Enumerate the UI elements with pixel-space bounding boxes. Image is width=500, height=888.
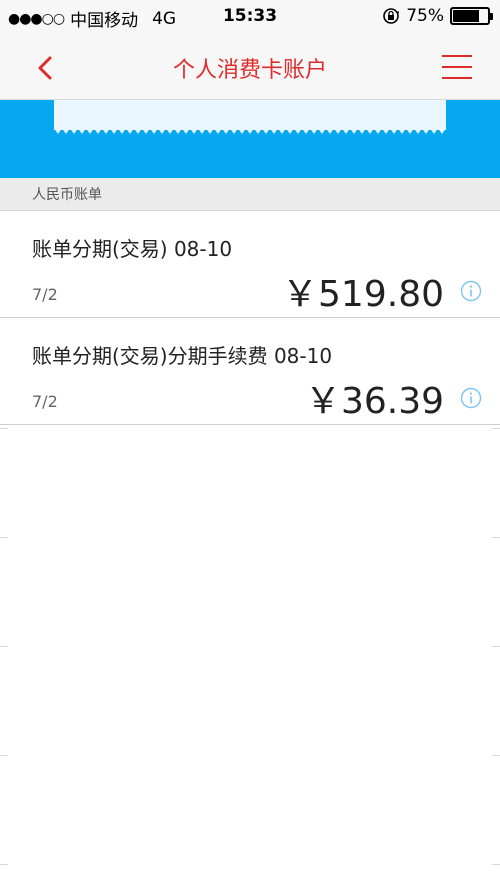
transaction-title: 账单分期(交易)分期手续费 08-10	[32, 344, 333, 368]
divider-tick	[492, 537, 500, 538]
page-title: 个人消费卡账户	[172, 58, 327, 83]
divider-tick	[0, 864, 8, 865]
info-icon[interactable]	[460, 280, 482, 302]
transaction-amount: ￥36.39	[304, 381, 444, 422]
divider-tick	[492, 755, 500, 756]
status-bar: ●●●○○ 中国移动 4G 15:33 75%	[0, 0, 500, 34]
section-title: 人民币账单	[32, 187, 102, 203]
transaction-row[interactable]: 账单分期(交易)分期手续费 08-10 7/2 ￥36.39	[0, 318, 500, 425]
transaction-row[interactable]: 账单分期(交易) 08-10 7/2 ￥519.80	[0, 211, 500, 318]
status-right: 75%	[382, 6, 493, 26]
transaction-installment: 7/2	[32, 392, 58, 411]
transaction-amount: ￥519.80	[282, 274, 444, 315]
battery-fill	[453, 10, 479, 22]
divider-tick	[0, 428, 8, 429]
divider-tick	[0, 755, 8, 756]
transaction-title: 账单分期(交易) 08-10	[32, 237, 233, 261]
divider-tick	[492, 864, 500, 865]
info-icon[interactable]	[460, 387, 482, 409]
rotation-lock-icon	[383, 8, 400, 24]
receipt-torn-edge	[54, 128, 446, 134]
battery-percent: 75%	[406, 6, 444, 26]
receipt-paper	[54, 100, 446, 130]
section-header-rmb-bill: 人民币账单	[0, 178, 500, 211]
battery-icon	[450, 7, 493, 25]
nav-bar: 个人消费卡账户	[0, 34, 500, 100]
divider-tick	[492, 428, 500, 429]
divider-tick	[0, 537, 8, 538]
account-card-header	[0, 100, 500, 178]
transaction-installment: 7/2	[32, 285, 58, 304]
divider-tick	[0, 646, 8, 647]
divider-tick	[492, 646, 500, 647]
menu-icon[interactable]	[440, 50, 474, 84]
